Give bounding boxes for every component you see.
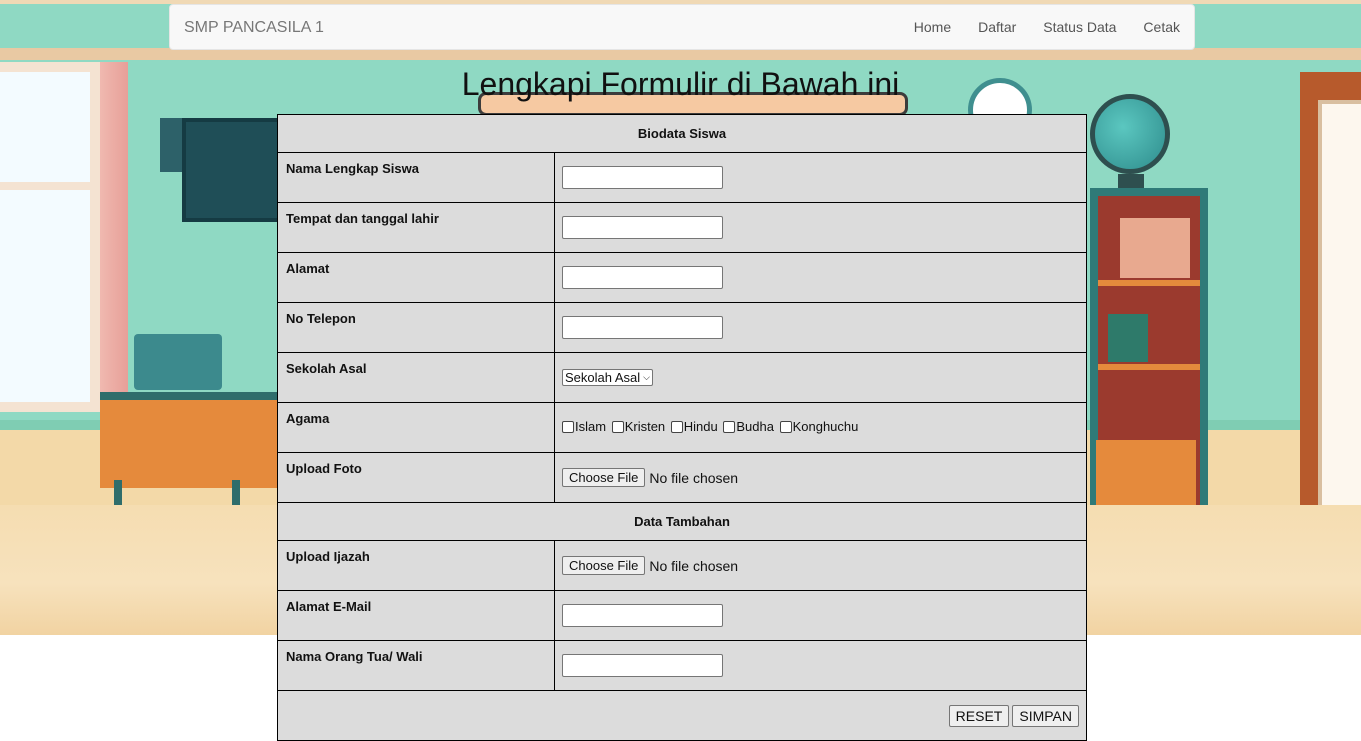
chevron-down-icon: ⌵ (643, 372, 650, 382)
nama-input[interactable] (562, 166, 723, 189)
foto-file-status: No file chosen (649, 469, 739, 486)
reset-button[interactable]: RESET (948, 704, 1010, 727)
tv-screen (182, 118, 292, 222)
wali-input[interactable] (562, 654, 723, 677)
cell-wali (554, 640, 1087, 691)
agama-option-hindu[interactable]: Hindu (670, 419, 718, 435)
label-telepon: No Telepon (277, 302, 555, 353)
window-mullion (0, 182, 90, 190)
registration-form: Biodata Siswa Nama Lengkap Siswa Tempat … (277, 114, 1087, 741)
agama-option-islam[interactable]: Islam (562, 419, 606, 434)
nav-home[interactable]: Home (914, 19, 951, 35)
label-ttl: Tempat dan tanggal lahir (277, 202, 555, 253)
form-table: Biodata Siswa Nama Lengkap Siswa Tempat … (277, 114, 1087, 741)
form-actions: RESET SIMPAN (277, 690, 1087, 741)
section-header-biodata: Biodata Siswa (277, 114, 1087, 153)
nav-daftar[interactable]: Daftar (978, 19, 1016, 35)
label-wali: Nama Orang Tua/ Wali (277, 640, 555, 691)
sekolah-asal-select[interactable]: Sekolah Asal ⌵ (562, 369, 653, 386)
ijazah-choose-file-button[interactable]: Choose File (562, 556, 646, 575)
cell-sekolah-asal: Sekolah Asal ⌵ (554, 352, 1087, 403)
navbar: SMP PANCASILA 1 Home Daftar Status Data … (169, 4, 1195, 50)
sekolah-asal-selected: Sekolah Asal (565, 370, 641, 385)
checkbox-islam[interactable] (562, 420, 574, 433)
nav-cetak[interactable]: Cetak (1143, 19, 1180, 35)
curtain (100, 62, 128, 432)
window (0, 62, 100, 412)
tv-mount (160, 118, 184, 172)
brand-link[interactable]: SMP PANCASILA 1 (184, 19, 324, 37)
label-alamat: Alamat (277, 252, 555, 303)
page-title: Lengkapi Formulir di Bawah ini (461, 66, 900, 102)
email-input[interactable] (562, 604, 723, 627)
checkbox-hindu[interactable] (670, 420, 683, 433)
agama-option-konghuchu[interactable]: Konghuchu (779, 419, 859, 435)
agama-label-hindu: Hindu (683, 419, 718, 435)
cell-upload-foto: Choose File No file chosen (554, 452, 1087, 503)
shelf-board (1098, 280, 1200, 286)
checkbox-konghuchu[interactable] (779, 420, 792, 433)
label-upload-foto: Upload Foto (277, 452, 555, 503)
laptop (134, 334, 222, 390)
nav-links: Home Daftar Status Data Cetak (887, 5, 1180, 49)
foto-file-input: Choose File No file chosen (562, 468, 738, 487)
telepon-input[interactable] (562, 316, 723, 339)
agama-label-islam: Islam (575, 419, 607, 435)
label-email: Alamat E-Mail (277, 590, 555, 641)
books (1120, 218, 1190, 278)
globe-icon (1090, 94, 1170, 174)
label-sekolah-asal: Sekolah Asal (277, 352, 555, 403)
label-agama: Agama (277, 402, 555, 453)
cell-telepon (554, 302, 1087, 353)
alamat-input[interactable] (562, 266, 723, 289)
nav-status-data[interactable]: Status Data (1043, 19, 1116, 35)
agama-option-budha[interactable]: Budha (723, 419, 774, 434)
desk (100, 392, 286, 488)
agama-label-kristen: Kristen (624, 419, 666, 435)
simpan-button[interactable]: SIMPAN (1012, 704, 1079, 727)
ttl-input[interactable] (562, 216, 723, 239)
cell-nama (554, 152, 1087, 203)
section-header-tambahan: Data Tambahan (277, 502, 1087, 541)
foto-choose-file-button[interactable]: Choose File (562, 468, 646, 487)
books (1108, 314, 1148, 362)
ijazah-file-input: Choose File No file chosen (562, 556, 738, 575)
ijazah-file-status: No file chosen (649, 557, 739, 574)
agama-option-kristen[interactable]: Kristen (611, 419, 666, 435)
label-upload-ijazah: Upload Ijazah (277, 540, 555, 591)
checkbox-budha[interactable] (723, 420, 736, 433)
cell-ttl (554, 202, 1087, 253)
checkbox-kristen[interactable] (611, 420, 624, 433)
door-panel (1318, 100, 1361, 570)
cell-email (554, 590, 1087, 641)
cell-upload-ijazah: Choose File No file chosen (554, 540, 1087, 591)
agama-label-budha: Budha (736, 419, 774, 435)
label-nama: Nama Lengkap Siswa (277, 152, 555, 203)
cell-alamat (554, 252, 1087, 303)
cabinet (1096, 440, 1196, 510)
agama-label-konghuchu: Konghuchu (792, 419, 859, 435)
cell-agama: Islam Kristen Hindu Budha Konghuchu (554, 402, 1087, 453)
shelf-board (1098, 364, 1200, 370)
